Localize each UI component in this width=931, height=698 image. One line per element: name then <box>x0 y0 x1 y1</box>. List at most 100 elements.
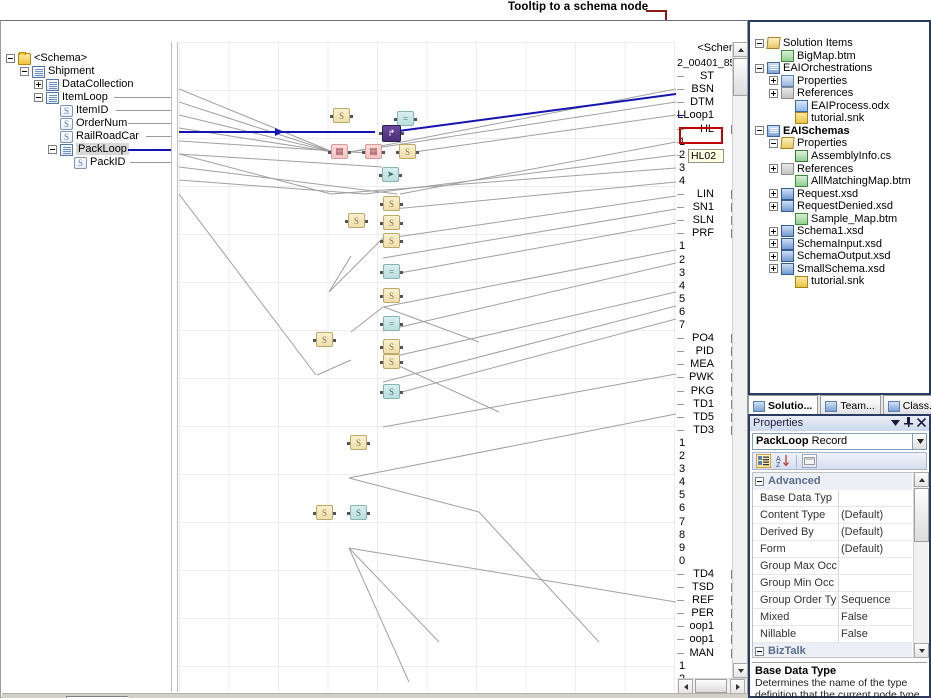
tree-expander-plus[interactable] <box>769 164 778 173</box>
functoid-output-port[interactable] <box>333 512 336 515</box>
category-expander[interactable] <box>755 477 764 486</box>
functoid-output-port[interactable] <box>416 151 419 154</box>
functoid-output-port[interactable] <box>400 391 403 394</box>
tree-expander-minus[interactable] <box>755 126 764 135</box>
functoid-input-port[interactable] <box>380 203 383 206</box>
functoid-input-port[interactable] <box>379 132 382 135</box>
scrollbar-thumb[interactable] <box>733 58 748 96</box>
destination-schema-tree[interactable]: <Schem 2_00401_856STBSNDTMHLLoop1HL1234L… <box>677 42 740 692</box>
solution-node-schemaoutput-xsd[interactable]: SchemaOutput.xsd <box>769 250 891 263</box>
categorized-view-button[interactable] <box>756 454 771 468</box>
solution-node-requestdenied-xsd[interactable]: RequestDenied.xsd <box>769 200 893 213</box>
functoid-input-port[interactable] <box>380 323 383 326</box>
functoid-input-port[interactable] <box>328 151 331 154</box>
source-tree-node-itemid[interactable]: ItemID <box>48 104 108 117</box>
property-row-group-min-occ[interactable]: Group Min Occ <box>753 575 912 592</box>
source-tree-node-datacollection[interactable]: DataCollection <box>34 78 134 91</box>
equal-functoid[interactable]: = <box>383 264 400 279</box>
property-value[interactable]: (Default) <box>841 524 911 541</box>
source-tree-node-railroadcar[interactable]: RailRoadCar <box>48 130 139 143</box>
solution-node-references[interactable]: References <box>769 163 853 176</box>
solution-explorer-tree[interactable]: Solution ItemsBigMap.btmEAIOrchestration… <box>751 23 928 392</box>
functoid-input-port[interactable] <box>379 174 382 177</box>
functoid-output-port[interactable] <box>333 339 336 342</box>
properties-grid[interactable]: AdvancedBase Data TypContent Type(Defaul… <box>752 472 927 658</box>
functoid-output-port[interactable] <box>400 240 403 243</box>
functoid-input-port[interactable] <box>380 271 383 274</box>
map-link[interactable] <box>179 154 382 167</box>
scroll-right-button[interactable] <box>730 679 745 694</box>
solution-node-allmatchingmap-btm[interactable]: AllMatchingMap.btm <box>783 175 911 188</box>
properties-scroll-up-button[interactable] <box>914 472 929 487</box>
solution-node-tutorial-snk[interactable]: tutorial.snk <box>783 112 864 125</box>
solution-node-sample_map-btm[interactable]: Sample_Map.btm <box>783 213 897 226</box>
functoid-output-port[interactable] <box>400 222 403 225</box>
property-row-derived-by[interactable]: Derived By(Default) <box>753 524 912 541</box>
greater-functoid[interactable]: ➤ <box>382 167 399 182</box>
functoid-input-port[interactable] <box>380 295 383 298</box>
functoid-input-port[interactable] <box>347 512 350 515</box>
map-link[interactable] <box>383 223 676 276</box>
map-link[interactable] <box>349 548 676 602</box>
functoid-input-port[interactable] <box>380 391 383 394</box>
solution-node-schema1-xsd[interactable]: Schema1.xsd <box>769 225 864 238</box>
functoid-output-port[interactable] <box>367 442 370 445</box>
map-link[interactable] <box>329 238 383 292</box>
property-row-content-type[interactable]: Content Type(Default) <box>753 507 912 524</box>
solution-node-bigmap-btm[interactable]: BigMap.btm <box>769 50 856 63</box>
functoid-output-port[interactable] <box>414 118 417 121</box>
looping-functoid-selected[interactable]: ↱ <box>382 125 401 142</box>
map-link[interactable] <box>383 250 676 307</box>
functoid-output-port[interactable] <box>400 271 403 274</box>
string-functoid[interactable]: S <box>383 196 400 211</box>
destination-tree-scrollbar-horizontal[interactable] <box>677 678 747 693</box>
map-link[interactable] <box>383 306 676 382</box>
functoid-output-port[interactable] <box>400 361 403 364</box>
map-link[interactable] <box>349 414 676 478</box>
property-value[interactable]: (Default) <box>841 541 911 558</box>
string-functoid[interactable]: S <box>383 215 400 230</box>
properties-scrollbar-thumb[interactable] <box>914 488 929 542</box>
property-row-nillable[interactable]: NillableFalse <box>753 626 912 643</box>
property-row-group-max-occ[interactable]: Group Max Occ <box>753 558 912 575</box>
solution-node-properties[interactable]: Properties <box>769 75 847 88</box>
source-tree-node-shipment[interactable]: Shipment <box>20 65 94 78</box>
property-value[interactable]: False <box>841 609 911 626</box>
property-row-mixed[interactable]: MixedFalse <box>753 609 912 626</box>
functoid-input-port[interactable] <box>394 118 397 121</box>
destination-tree-scrollbar-vertical[interactable] <box>732 42 747 678</box>
functoid-input-port[interactable] <box>330 115 333 118</box>
functoid-output-port[interactable] <box>350 115 353 118</box>
properties-scroll-down-button[interactable] <box>914 643 929 658</box>
scrollbar-thumb-horizontal[interactable] <box>695 679 727 693</box>
table-functoid[interactable]: ▦ <box>365 144 382 159</box>
tree-expander-minus[interactable] <box>755 39 764 48</box>
tree-expander-plus[interactable] <box>769 227 778 236</box>
properties-toolbar[interactable]: A Z <box>752 452 927 470</box>
mapper-grid[interactable]: S=↱▦▦S➤SSSS=S=SSSSSSS <box>179 42 676 692</box>
map-link[interactable] <box>349 548 409 682</box>
alphabetical-sort-button[interactable]: A Z <box>776 454 791 468</box>
tree-expander-minus[interactable] <box>48 145 57 154</box>
functoid-input-port[interactable] <box>313 339 316 342</box>
map-link[interactable] <box>349 548 439 642</box>
close-icon[interactable] <box>917 418 926 427</box>
source-tree-node-packloop[interactable]: PackLoop <box>48 143 129 156</box>
functoid-input-port[interactable] <box>380 346 383 349</box>
string-functoid[interactable]: S <box>383 233 400 248</box>
solution-node-solution-items[interactable]: Solution Items <box>755 37 853 50</box>
string-functoid[interactable]: S <box>333 108 350 123</box>
map-link[interactable] <box>383 292 676 359</box>
string-functoid[interactable]: S <box>399 144 416 159</box>
string-functoid[interactable]: S <box>383 384 400 399</box>
map-link[interactable] <box>317 360 351 375</box>
tree-expander-minus[interactable] <box>755 64 764 73</box>
solution-node-assemblyinfo-cs[interactable]: AssemblyInfo.cs <box>783 150 891 163</box>
functoid-input-port[interactable] <box>380 361 383 364</box>
string-functoid[interactable]: S <box>383 288 400 303</box>
functoid-output-port[interactable] <box>400 323 403 326</box>
tree-expander-plus[interactable] <box>769 252 778 261</box>
category-expander[interactable] <box>755 647 764 656</box>
property-row-group-order-ty[interactable]: Group Order TySequence <box>753 592 912 609</box>
functoid-output-port[interactable] <box>348 151 351 154</box>
